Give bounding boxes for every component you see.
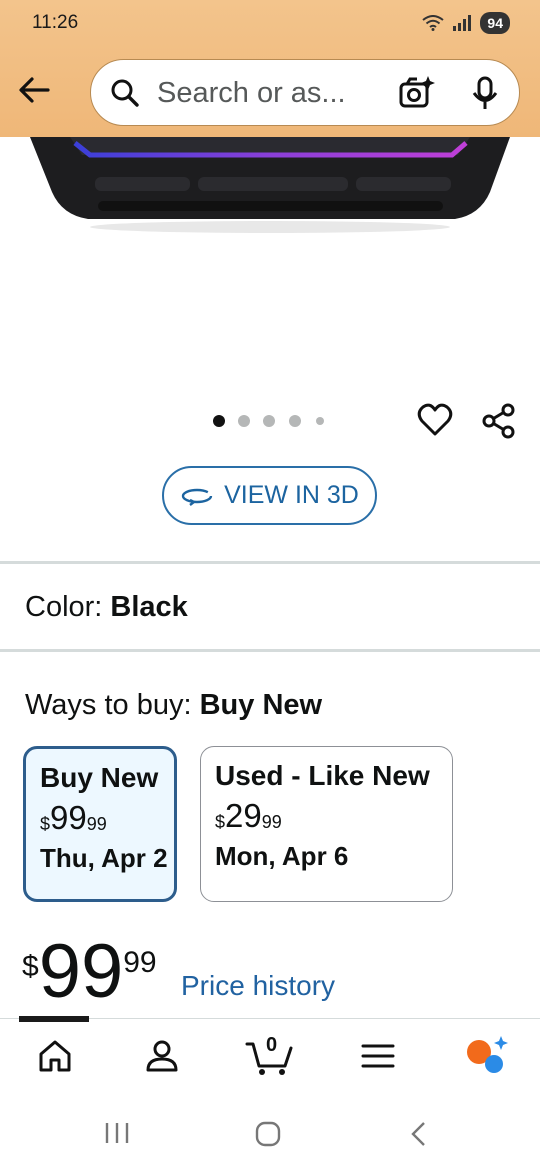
carousel-dot[interactable] [289, 415, 301, 427]
carousel-dot[interactable] [263, 415, 275, 427]
wifi-icon [422, 15, 445, 31]
divider [0, 649, 540, 652]
divider [0, 561, 540, 564]
price-currency: $ [22, 950, 39, 983]
home-button-icon[interactable] [254, 1120, 282, 1148]
cart-count: 0 [266, 1034, 278, 1056]
search-input[interactable]: Search or as... [90, 59, 520, 126]
search-placeholder: Search or as... [157, 77, 346, 109]
rotate-3d-icon [181, 488, 213, 506]
color-selection: Color: Black [25, 591, 188, 624]
buy-option-new[interactable]: Buy New $9999 Thu, Apr 2 [23, 746, 177, 902]
ways-to-buy-label: Ways to buy: [25, 689, 192, 721]
system-navigation-bar [0, 1093, 540, 1170]
account-icon [146, 1040, 178, 1072]
back-arrow-icon [19, 77, 50, 103]
heart-icon[interactable] [417, 402, 453, 438]
camera-sparkle-icon[interactable] [397, 74, 435, 112]
nav-cart[interactable]: 0 [245, 1034, 297, 1078]
carousel-dot[interactable] [238, 415, 250, 427]
buy-option-used-like-new[interactable]: Used - Like New $2999 Mon, Apr 6 [200, 746, 453, 902]
view-in-3d-label: VIEW IN 3D [224, 481, 359, 509]
nav-ai-assistant[interactable] [462, 1034, 508, 1078]
nav-home[interactable] [33, 1034, 77, 1078]
product-price: $ 99 99 [22, 930, 157, 1014]
option-title: Used - Like New [215, 760, 430, 791]
option-delivery-date: Thu, Apr 2 [40, 843, 168, 873]
carousel-dot-active[interactable] [213, 415, 225, 427]
carousel-dot[interactable] [316, 417, 324, 425]
option-title: Buy New [40, 762, 159, 793]
option-price: $9999 [40, 799, 107, 836]
product-image[interactable] [0, 137, 540, 387]
active-tab-indicator [19, 1016, 89, 1022]
signal-icon [453, 15, 472, 31]
back-nav-icon[interactable] [408, 1120, 430, 1148]
view-in-3d-button[interactable]: VIEW IN 3D [162, 466, 377, 525]
share-icon[interactable] [481, 403, 517, 439]
ways-to-buy-selected: Buy New [199, 689, 323, 721]
search-icon [111, 79, 139, 107]
nav-menu[interactable] [356, 1034, 400, 1078]
color-label: Color: [25, 591, 103, 623]
color-value: Black [110, 591, 188, 623]
microphone-icon[interactable] [471, 76, 499, 112]
ways-to-buy-heading: Ways to buy: Buy New [25, 689, 322, 722]
price-whole: 99 [38, 929, 124, 1014]
price-history-link[interactable]: Price history [181, 970, 335, 1002]
menu-icon [361, 1044, 395, 1068]
battery-badge: 94 [480, 12, 510, 34]
back-button[interactable] [14, 70, 56, 110]
nav-account[interactable] [140, 1034, 184, 1078]
speaker-image [30, 137, 510, 233]
home-icon [39, 1040, 71, 1072]
option-price: $2999 [215, 797, 282, 834]
option-delivery-date: Mon, Apr 6 [215, 841, 349, 871]
price-fraction: 99 [123, 946, 157, 979]
ai-assistant-icon [467, 1036, 508, 1073]
status-icons: 94 [422, 12, 510, 34]
recent-apps-icon[interactable] [104, 1121, 130, 1145]
status-time: 11:26 [32, 12, 79, 33]
